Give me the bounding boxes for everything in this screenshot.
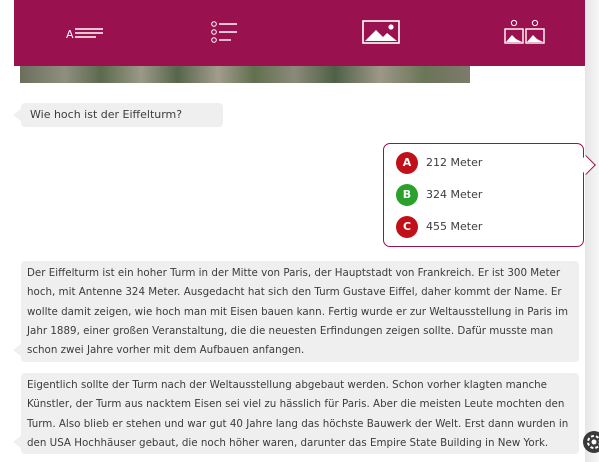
landscape-image-icon: [362, 20, 400, 44]
settings-button[interactable]: [582, 430, 599, 454]
text-bubble-1: Der Eiffelturm ist ein hoher Turm in der…: [13, 261, 579, 362]
answer-option-b[interactable]: B 324 Meter: [396, 184, 566, 206]
question-text: Wie hoch ist der Eiffelturm?: [30, 108, 183, 121]
answer-label-c: 455 Meter: [426, 220, 483, 233]
top-navigation-bar: A: [14, 0, 585, 66]
answer-badge-a: A: [396, 152, 418, 174]
paragraph-2: Eigentlich sollte der Turm nach der Welt…: [27, 379, 569, 449]
answer-option-c[interactable]: C 455 Meter: [396, 216, 566, 238]
answer-label-a: 212 Meter: [426, 156, 483, 169]
svg-text:A: A: [66, 28, 74, 41]
text-bubble-2: Eigentlich sollte der Turm nach der Welt…: [13, 373, 579, 454]
paragraph-1: Der Eiffelturm ist ein hoher Turm in der…: [27, 267, 568, 357]
quiz-tab[interactable]: [197, 18, 253, 46]
answer-option-a[interactable]: A 212 Meter: [396, 152, 566, 174]
text-lines-icon: A: [66, 28, 103, 41]
text-tab[interactable]: A: [60, 18, 116, 46]
list-options-icon: [211, 21, 237, 43]
answer-badge-b: B: [396, 184, 418, 206]
gear-icon: [583, 431, 599, 453]
question-bubble: Wie hoch ist der Eiffelturm?: [13, 103, 223, 127]
image-pair-tab[interactable]: [497, 18, 553, 46]
page-right-shadow: [585, 0, 599, 462]
image-tab[interactable]: [354, 18, 410, 46]
image-strip: [14, 66, 585, 86]
eiffel-photo-crop: [20, 66, 470, 83]
answer-label-b: 324 Meter: [426, 188, 483, 201]
image-pair-icon: [504, 19, 545, 44]
answer-options-bubble: A 212 Meter B 324 Meter C 455 Meter: [383, 143, 584, 247]
answer-badge-c: C: [396, 216, 418, 238]
